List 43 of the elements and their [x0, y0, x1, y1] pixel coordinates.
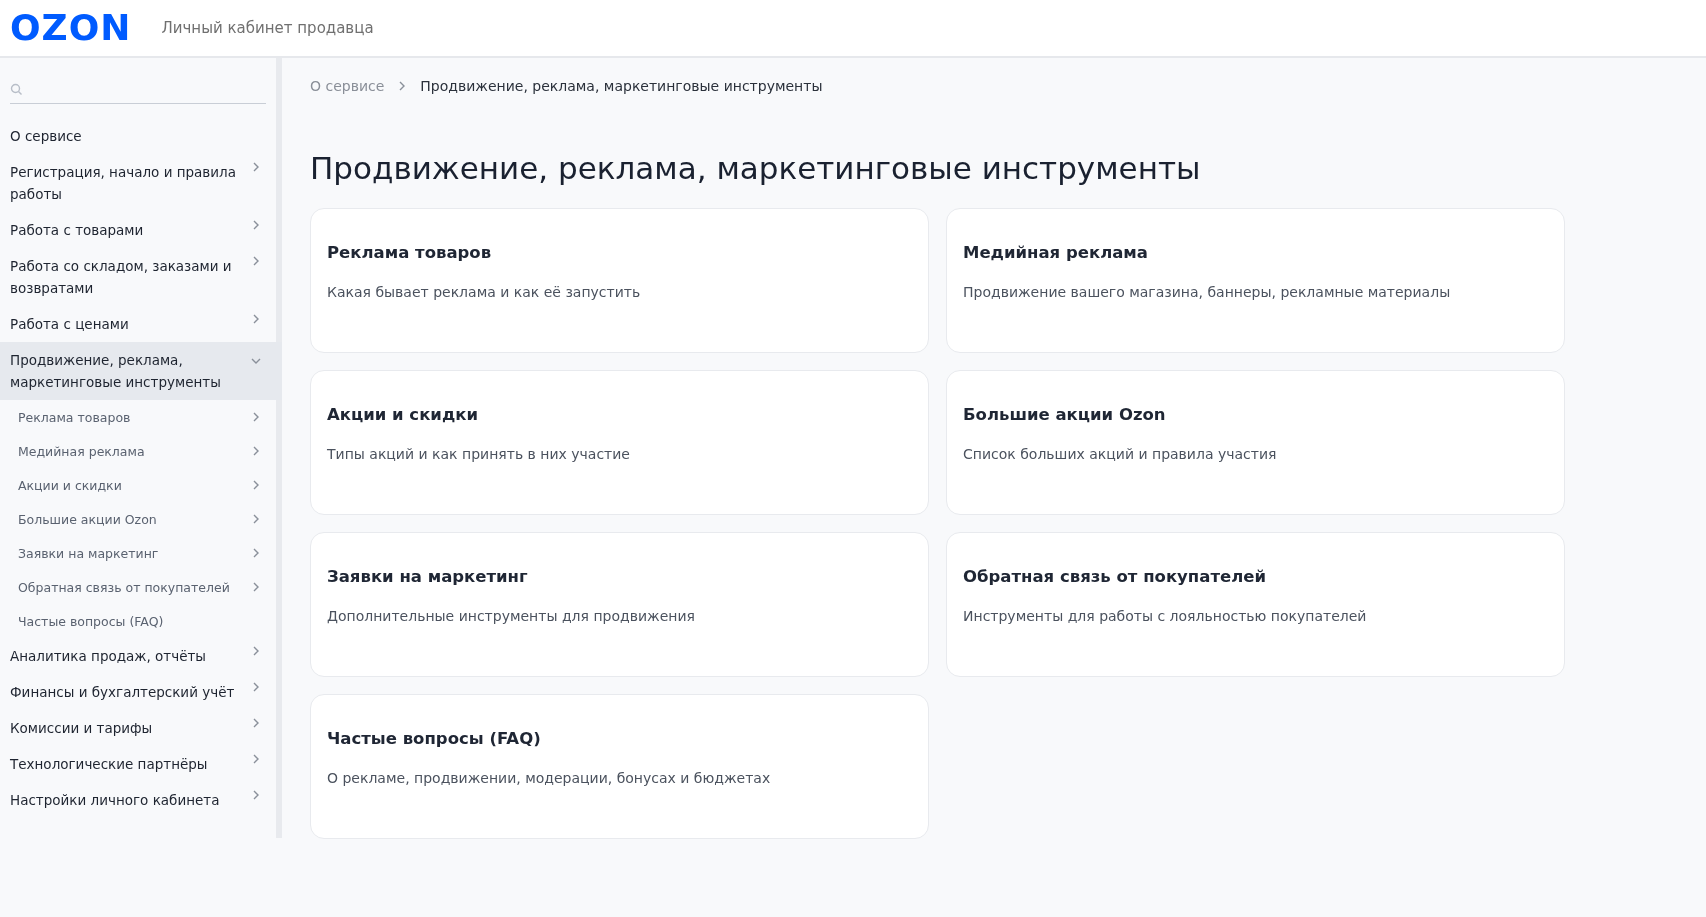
sidebar-item[interactable]: Работа с товарами [0, 212, 282, 248]
page-title: Продвижение, реклама, маркетинговые инструменты [310, 150, 1202, 186]
topic-card[interactable]: Большие акции Ozon Список больших акций и правила участия [946, 370, 1565, 515]
card-description: Инструменты для работы с лояльностью покупателей [963, 608, 1368, 624]
sidebar-item[interactable]: О сервисе [0, 118, 282, 154]
card-title: Частые вопросы (FAQ) [327, 729, 542, 748]
topic-card[interactable]: Частые вопросы (FAQ) О рекламе, продвижении, модерации, бонусах и бюджетах [310, 694, 929, 839]
sidebar-subitem[interactable]: Большие акции Ozon [0, 502, 282, 536]
card-title: Акции и скидки [327, 405, 479, 424]
sidebar-subitem[interactable]: Обратная связь от покупателей [0, 570, 282, 604]
card-description: Какая бывает реклама и как её запустить [327, 284, 642, 300]
card-description: О рекламе, продвижении, модерации, бонусах и бюджетах [327, 770, 772, 786]
card-title: Большие акции Ozon [963, 405, 1167, 424]
card-title: Реклама товаров [327, 243, 493, 262]
sidebar-subitem[interactable]: Частые вопросы (FAQ) [0, 604, 282, 638]
topic-card[interactable]: Реклама товаров Какая бывает реклама и как её запустить [310, 208, 929, 353]
header-title: Личный кабинет продавца [161, 19, 374, 37]
sidebar-item[interactable]: Регистрация, начало и правила работы [0, 154, 282, 212]
sidebar-item[interactable]: Работа со складом, заказами и возвратами [0, 248, 282, 306]
sidebar-subitem[interactable]: Реклама товаров [0, 400, 282, 434]
topic-card[interactable]: Акции и скидки Типы акций и как принять в них участие [310, 370, 929, 515]
card-title: Обратная связь от покупателей [963, 567, 1267, 586]
sidebar-item[interactable]: Работа с ценами [0, 306, 282, 342]
topic-card[interactable]: Обратная связь от покупателей Инструменты для работы с лояльностью покупателей [946, 532, 1565, 677]
sidebar-item[interactable]: Аналитика продаж, отчёты [0, 638, 282, 674]
card-description: Список больших акций и правила участия [963, 446, 1278, 462]
logo[interactable]: OZON [10, 10, 132, 46]
topic-card[interactable]: Заявки на маркетинг Дополнительные инструменты для продвижения [310, 532, 929, 677]
sidebar-item[interactable]: Настройки личного кабинета [0, 782, 282, 818]
search-icon [10, 83, 23, 96]
card-title: Медийная реклама [963, 243, 1149, 262]
card-description: Типы акций и как принять в них участие [327, 446, 631, 462]
card-title: Заявки на маркетинг [327, 567, 529, 586]
sidebar-subitem[interactable]: Заявки на маркетинг [0, 536, 282, 570]
sidebar-item[interactable]: Комиссии и тарифы [0, 710, 282, 746]
sidebar-subitem[interactable]: Медийная реклама [0, 434, 282, 468]
sidebar-item[interactable]: Финансы и бухгалтерский учёт [0, 674, 282, 710]
sidebar-item[interactable]: Технологические партнёры [0, 746, 282, 782]
card-description: Продвижение вашего магазина, баннеры, рекламные материалы [963, 284, 1452, 300]
topic-card[interactable]: Медийная реклама Продвижение вашего магазина, баннеры, рекламные материалы [946, 208, 1565, 353]
breadcrumb-link[interactable]: Продвижение, реклама, маркетинговые инструменты [420, 78, 823, 94]
card-description: Дополнительные инструменты для продвижения [327, 608, 696, 624]
sidebar-subitem[interactable]: Акции и скидки [0, 468, 282, 502]
